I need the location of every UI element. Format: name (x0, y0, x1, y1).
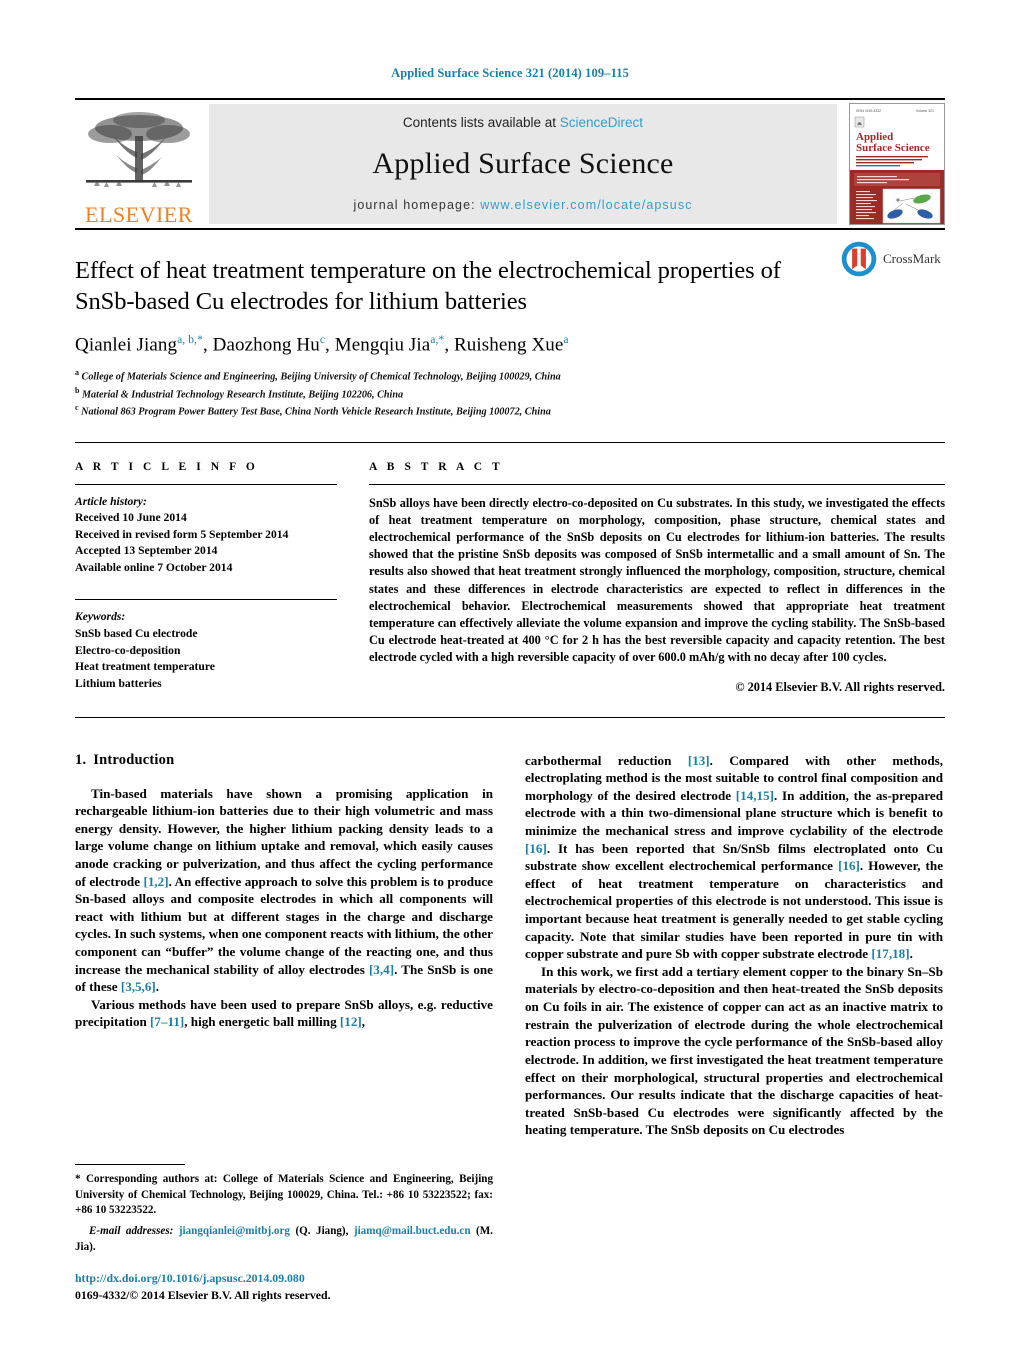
info-abstract-area: A R T I C L E I N F O Article history: R… (75, 443, 945, 701)
citation-ref[interactable]: [16] (525, 841, 547, 856)
author-name: Daozhong Hu (212, 334, 320, 356)
doi-link[interactable]: http://dx.doi.org/10.1016/j.apsusc.2014.… (75, 1270, 493, 1287)
section-number: 1. (75, 751, 87, 768)
svg-text:Volume 321: Volume 321 (916, 109, 934, 113)
issn-copyright-line: 0169-4332/© 2014 Elsevier B.V. All right… (75, 1287, 331, 1302)
citation-ref[interactable]: [3,5,6] (121, 979, 156, 994)
citation-ref[interactable]: [16] (838, 858, 860, 873)
contents-prefix: Contents lists available at (402, 115, 557, 130)
intro-paragraph-1: Tin-based materials have shown a promisi… (75, 785, 493, 995)
title-block: CrossMark Effect of heat treatment tempe… (75, 230, 945, 420)
history-item: Received in revised form 5 September 201… (75, 527, 289, 541)
email-link-1[interactable]: jiangqianlei@mitbj.org (179, 1225, 290, 1237)
abstract-heading: A B S T R A C T (369, 460, 504, 473)
intro-paragraph-4: In this work, we first add a tertiary el… (525, 963, 943, 1138)
citation-ref[interactable]: [17,18] (871, 946, 909, 961)
keyword-item: Lithium batteries (75, 676, 162, 690)
history-item: Accepted 13 September 2014 (75, 544, 218, 558)
masthead-band: Contents lists available at ScienceDirec… (209, 104, 837, 224)
journal-masthead: ELSEVIER Contents lists available at Sci… (75, 98, 945, 228)
journal-homepage-line: journal homepage: www.elsevier.com/locat… (353, 198, 692, 212)
journal-cover-thumbnail: ISSN 0169-4332 Volume 321 Applied Surfac… (849, 103, 945, 225)
right-column: carbothermal reduction [13]. Compared wi… (525, 752, 943, 1304)
affiliation-mark: a (75, 368, 79, 378)
citation-ref[interactable]: [14,15] (736, 788, 774, 803)
affiliation-item: a College of Materials Science and Engin… (75, 367, 945, 384)
homepage-prefix: journal homepage: (353, 198, 476, 212)
page-title: Effect of heat treatment temperature on … (75, 257, 781, 315)
author-name: Qianlei Jiang (75, 334, 178, 356)
body-columns: 1. Introduction Tin-based materials have … (75, 718, 945, 1304)
intro-paragraph-2: Various methods have been used to prepar… (75, 996, 493, 1030)
affiliation-item: c National 863 Program Power Battery Tes… (75, 402, 945, 419)
author-sep: , (202, 334, 213, 356)
citation-ref[interactable]: [12] (340, 1014, 362, 1029)
article-history-group: Article history: Received 10 June 2014 R… (75, 485, 337, 577)
citation-ref[interactable]: [1,2] (143, 874, 168, 889)
contents-list-line: Contents lists available at ScienceDirec… (403, 115, 643, 130)
history-item: Available online 7 October 2014 (75, 560, 233, 574)
keyword-item: Heat treatment temperature (75, 660, 215, 674)
email-label: E-mail addresses: (89, 1224, 174, 1237)
keywords-group: Keywords: SnSb based Cu electrode Electr… (75, 590, 337, 692)
section-heading-introduction: 1. Introduction (75, 752, 493, 769)
article-info-column: A R T I C L E I N F O Article history: R… (75, 461, 355, 695)
sciencedirect-link[interactable]: ScienceDirect (560, 115, 643, 130)
affiliation-text: Material & Industrial Technology Researc… (82, 388, 404, 400)
keyword-item: Electro-co-deposition (75, 643, 181, 657)
intro-paragraph-3: carbothermal reduction [13]. Compared wi… (525, 752, 944, 962)
article-info-heading: A R T I C L E I N F O (75, 460, 259, 473)
section-title-text: Introduction (93, 751, 175, 768)
article-page: Applied Surface Science 321 (2014) 109–1… (0, 0, 1020, 1351)
author-sep: , (444, 334, 455, 356)
elsevier-logo: ELSEVIER (75, 100, 203, 228)
abstract-copyright: © 2014 Elsevier B.V. All rights reserved… (735, 679, 945, 694)
left-column: 1. Introduction Tin-based materials have … (75, 752, 493, 1304)
doi-block: http://dx.doi.org/10.1016/j.apsusc.2014.… (75, 1270, 493, 1304)
crossmark-badge[interactable]: CrossMark (840, 240, 945, 278)
affiliation-mark: c (75, 403, 79, 413)
author-marks: a,* (430, 333, 445, 346)
keywords-label: Keywords: (75, 610, 126, 624)
citation-ref[interactable]: [7–11] (150, 1014, 184, 1029)
email-owner-1: (Q. Jiang), (295, 1224, 349, 1237)
email-note: E-mail addresses: jiangqianlei@mitbj.org… (75, 1224, 493, 1255)
svg-text:ISSN 0169-4332: ISSN 0169-4332 (856, 109, 881, 113)
homepage-url-link[interactable]: www.elsevier.com/locate/apsusc (480, 198, 692, 212)
abstract-column: A B S T R A C T SnSb alloys have been di… (355, 461, 945, 695)
abstract-text: SnSb alloys have been directly electro-c… (369, 495, 945, 665)
author-list: Qianlei Jianga, b,*, Daozhong Huc, Mengq… (75, 334, 945, 356)
author-sep: , (325, 334, 335, 356)
affiliation-list: a College of Materials Science and Engin… (75, 367, 945, 419)
author-name: Ruisheng Xue (454, 334, 564, 356)
elsevier-wordmark: ELSEVIER (85, 202, 193, 227)
affiliation-item: b Material & Industrial Technology Resea… (75, 385, 945, 402)
journal-title: Applied Surface Science (372, 147, 674, 180)
author-name: Mengqiu Jia (334, 334, 431, 356)
affiliation-text: National 863 Program Power Battery Test … (81, 406, 551, 418)
footnote-rule (75, 1164, 185, 1166)
crossmark-icon (841, 241, 877, 277)
affiliation-mark: b (75, 385, 80, 395)
email-link-2[interactable]: jiamq@mail.buct.edu.cn (354, 1225, 471, 1237)
elsevier-tree-icon (80, 108, 198, 200)
author-marks: a (563, 333, 569, 346)
crossmark-label: CrossMark (883, 251, 941, 266)
footnote-block: * Corresponding authors at: College of M… (75, 1164, 493, 1303)
affiliation-text: College of Materials Science and Enginee… (81, 371, 561, 383)
keyword-item: SnSb based Cu electrode (75, 626, 198, 640)
article-history-label: Article history: (75, 494, 147, 508)
svg-text:Surface Science: Surface Science (856, 142, 930, 154)
citation-ref[interactable]: [13] (688, 753, 710, 768)
running-head: Applied Surface Science 321 (2014) 109–1… (391, 66, 629, 80)
keywords-rule (75, 599, 337, 601)
citation-ref[interactable]: [3,4] (369, 962, 394, 977)
history-item: Received 10 June 2014 (75, 511, 187, 525)
author-marks: a, b,* (177, 333, 203, 346)
corresponding-author-note: * Corresponding authors at: College of M… (75, 1173, 493, 1217)
